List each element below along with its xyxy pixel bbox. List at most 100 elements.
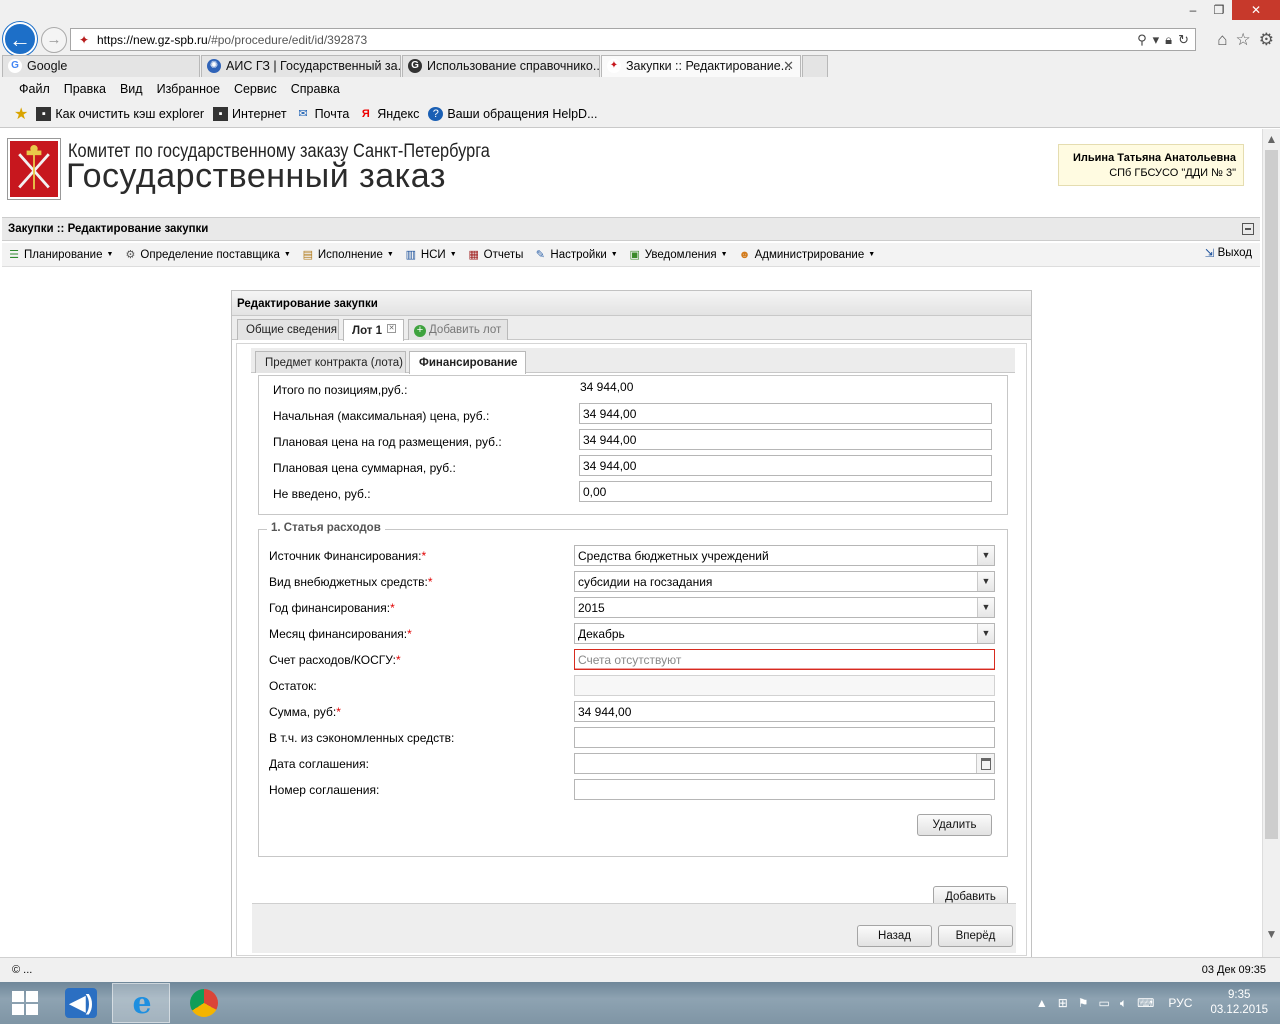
new-tab-button[interactable] xyxy=(802,55,828,77)
forward-button[interactable]: → xyxy=(41,27,67,53)
planned-year-price-label: Плановая цена на год размещения, руб.: xyxy=(273,435,502,449)
tab-add-lot[interactable]: + Добавить лот xyxy=(408,319,508,340)
windows-icon[interactable]: ⊞ xyxy=(1058,996,1068,1010)
settings-gear-icon[interactable]: ⚙ xyxy=(1259,30,1274,50)
show-hidden-icons-icon[interactable]: ▲ xyxy=(1036,996,1048,1010)
refresh-icon[interactable]: ↻ xyxy=(1178,32,1189,48)
notification-icon: ▣ xyxy=(629,248,640,261)
browser-tab-google[interactable]: G Google xyxy=(2,55,200,77)
network-icon[interactable]: ▭ xyxy=(1099,996,1110,1010)
report-icon: ▦ xyxy=(468,248,479,261)
chevron-down-icon[interactable]: ▼ xyxy=(977,598,994,617)
chevron-down-icon[interactable]: ▾ xyxy=(1153,32,1160,48)
browser-tab-procurement[interactable]: ✦ Закупки :: Редактирование... ✕ xyxy=(601,55,801,77)
url-text[interactable]: https://new.gz-spb.ru/#po/procedure/edit… xyxy=(97,33,367,47)
total-value: 34 944,00 xyxy=(580,380,634,394)
outer-tab-bar: Общие сведения Лот 1 ✕ + Добавить лот xyxy=(232,316,1031,341)
chevron-down-icon[interactable]: ▼ xyxy=(977,546,994,565)
chevron-down-icon[interactable]: ▼ xyxy=(977,572,994,591)
collapse-icon[interactable] xyxy=(1242,223,1254,235)
funding-year-select[interactable]: 2015 ▼ xyxy=(574,597,995,618)
page-scrollbar[interactable]: ▲ ▼ xyxy=(1262,129,1280,957)
browser-tab-ais[interactable]: ✺ АИС ГЗ | Государственный за... xyxy=(201,55,401,77)
menu-file[interactable]: Файл xyxy=(19,79,50,99)
volume-icon[interactable]: 🔈︎ xyxy=(1120,996,1127,1011)
toolbar-administration[interactable]: ☻ Администрирование ▼ xyxy=(737,248,875,262)
expense-account-field[interactable]: Счета отсутствуют xyxy=(574,649,995,670)
ais-icon: ✺ xyxy=(207,59,221,73)
funding-month-select[interactable]: Декабрь ▼ xyxy=(574,623,995,644)
delete-expense-button[interactable]: Удалить xyxy=(917,814,992,836)
taskbar-internet-explorer[interactable]: e xyxy=(112,983,170,1023)
next-step-button[interactable]: Вперёд xyxy=(938,925,1013,947)
close-window-icon[interactable]: ✕ xyxy=(1232,0,1280,20)
taskbar-chrome[interactable] xyxy=(175,983,233,1023)
add-favorite-star-icon[interactable]: ★ xyxy=(14,104,28,124)
back-button[interactable]: ← xyxy=(3,22,37,56)
flag-icon[interactable]: ⚑ xyxy=(1078,996,1089,1010)
close-tab-icon[interactable]: ✕ xyxy=(783,58,794,74)
toolbar-execution[interactable]: ▤ Исполнение ▼ xyxy=(300,248,394,262)
scrollbar-thumb[interactable] xyxy=(1265,150,1278,839)
browser-tab-reference[interactable]: G Использование справочнико... xyxy=(402,55,600,77)
search-icon[interactable]: ⚲ xyxy=(1137,32,1147,48)
tab-lot-1[interactable]: Лот 1 ✕ xyxy=(343,319,404,341)
copyright-text: © ... xyxy=(12,964,33,976)
favorite-item[interactable]: ✉ Почта xyxy=(296,107,349,121)
planned-total-price-field[interactable]: 34 944,00 xyxy=(579,455,992,476)
toolbar-reports[interactable]: ▦ Отчеты xyxy=(466,248,523,262)
address-bar[interactable]: ✦ https://new.gz-spb.ru/#po/procedure/ed… xyxy=(70,28,1196,51)
edit-procurement-panel: Редактирование закупки Общие сведения Ло… xyxy=(231,290,1032,957)
toolbar-supplier[interactable]: ⚙ Определение поставщика ▼ xyxy=(122,248,290,262)
extra-budget-funds-select[interactable]: субсидии на госзадания ▼ xyxy=(574,571,995,592)
close-tab-icon[interactable]: ✕ xyxy=(387,324,397,333)
calendar-icon[interactable] xyxy=(976,754,994,773)
chevron-down-icon[interactable]: ▼ xyxy=(977,624,994,643)
menu-view[interactable]: Вид xyxy=(120,79,143,99)
not-entered-field[interactable]: 0,00 xyxy=(579,481,992,502)
lock-icon[interactable]: 🔒︎ xyxy=(1165,32,1172,48)
toolbar-planning[interactable]: ☰ Планирование ▼ xyxy=(6,248,113,262)
panel-title: Редактирование закупки xyxy=(237,298,378,310)
internet-explorer-icon: e xyxy=(132,986,152,1021)
agreement-number-field[interactable] xyxy=(574,779,995,800)
saved-funds-field[interactable] xyxy=(574,727,995,748)
keyboard-icon[interactable]: ⌨ xyxy=(1137,996,1154,1010)
menu-edit[interactable]: Правка xyxy=(64,79,106,99)
agreement-date-field[interactable] xyxy=(574,753,995,774)
planned-year-price-field[interactable]: 34 944,00 xyxy=(579,429,992,450)
agreement-date-label: Дата соглашения: xyxy=(269,757,369,771)
favorites-star-icon[interactable]: ☆ xyxy=(1236,30,1251,50)
exit-button[interactable]: ⇲ Выход xyxy=(1202,246,1252,260)
site-header: Комитет по государственному заказу Санкт… xyxy=(0,129,1262,211)
taskbar-media-app[interactable]: ◀) xyxy=(52,983,110,1023)
menu-favorites[interactable]: Избранное xyxy=(157,79,220,99)
tab-financing[interactable]: Финансирование xyxy=(409,351,526,374)
tab-contract-subject[interactable]: Предмет контракта (лота) xyxy=(255,351,406,373)
toolbar-settings[interactable]: ✎ Настройки ▼ xyxy=(532,248,618,262)
initial-price-label: Начальная (максимальная) цена, руб.: xyxy=(273,409,490,423)
home-icon[interactable]: ⌂ xyxy=(1217,30,1227,50)
favorite-item[interactable]: Я Яндекс xyxy=(358,107,420,121)
initial-price-field[interactable]: 34 944,00 xyxy=(579,403,992,424)
windows-start-icon[interactable] xyxy=(12,991,38,1015)
language-indicator[interactable]: РУС xyxy=(1168,996,1192,1010)
sum-field[interactable]: 34 944,00 xyxy=(574,701,995,722)
tab-general[interactable]: Общие сведения xyxy=(237,319,339,340)
scroll-up-icon[interactable]: ▲ xyxy=(1263,131,1280,148)
scroll-down-icon[interactable]: ▼ xyxy=(1263,926,1280,943)
menu-help[interactable]: Справка xyxy=(291,79,340,99)
menu-tools[interactable]: Сервис xyxy=(234,79,277,99)
favorite-item[interactable]: ▪ Как очистить кэш explorer xyxy=(36,107,204,121)
back-step-button[interactable]: Назад xyxy=(857,925,932,947)
toolbar-notifications[interactable]: ▣ Уведомления ▼ xyxy=(627,248,728,262)
clock[interactable]: 9:35 03.12.2015 xyxy=(1210,988,1268,1018)
favorite-item[interactable]: ? Ваши обращения HelpD... xyxy=(428,107,598,121)
toolbar-nsi[interactable]: ▥ НСИ ▼ xyxy=(403,248,457,262)
minimize-icon[interactable]: – xyxy=(1180,0,1206,20)
favorite-item[interactable]: ▪ Интернет xyxy=(213,107,287,121)
system-tray: ▲ ⊞ ⚑ ▭ 🔈︎ ⌨ РУС 9:35 03.12.2015 xyxy=(1026,982,1268,1024)
site-favicon-icon: ✦ xyxy=(607,59,621,73)
funding-source-select[interactable]: Средства бюджетных учреждений ▼ xyxy=(574,545,995,566)
restore-icon[interactable]: ❐ xyxy=(1206,0,1232,20)
